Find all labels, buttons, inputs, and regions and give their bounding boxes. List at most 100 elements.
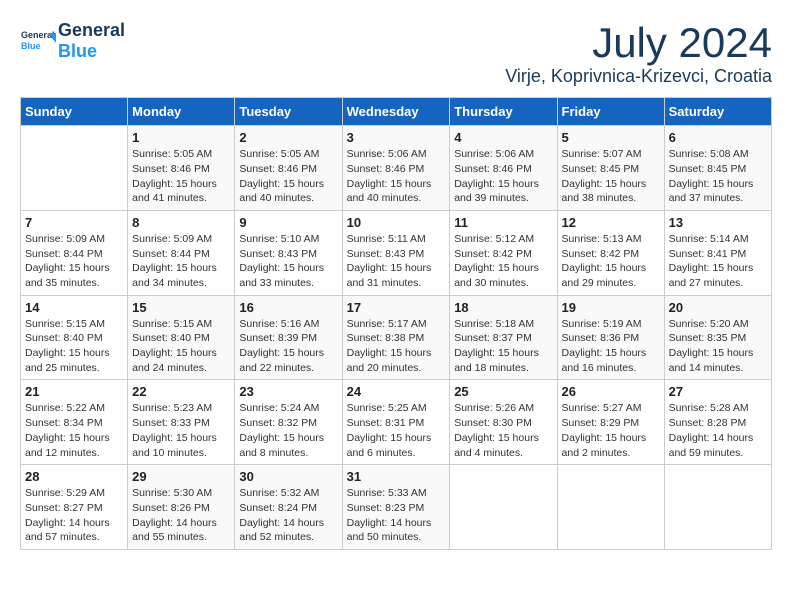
calendar-cell: 11 Sunrise: 5:12 AMSunset: 8:42 PMDayligh…	[450, 210, 557, 295]
calendar-cell: 12Sunrise: 5:13 AMSunset: 8:42 PMDayligh…	[557, 210, 664, 295]
calendar-cell	[557, 465, 664, 550]
calendar-cell: 4Sunrise: 5:06 AMSunset: 8:46 PMDaylight…	[450, 126, 557, 211]
calendar-cell	[21, 126, 128, 211]
cell-text: Sunrise: 5:33 AMSunset: 8:23 PMDaylight:…	[347, 487, 432, 543]
cell-text: Sunrise: 5:29 AMSunset: 8:27 PMDaylight:…	[25, 487, 110, 543]
cell-text: Sunrise: 5:18 AMSunset: 8:37 PMDaylight:…	[454, 318, 539, 374]
calendar-body: 1 Sunrise: 5:05 AMSunset: 8:46 PMDaylight…	[21, 126, 772, 550]
day-number: 6	[669, 130, 767, 145]
day-number: 10	[347, 215, 446, 230]
cell-text: Sunrise: 5:25 AMSunset: 8:31 PMDaylight:…	[347, 402, 432, 458]
day-number: 21	[25, 384, 123, 399]
cell-text: Sunrise: 5:26 AMSunset: 8:30 PMDaylight:…	[454, 402, 539, 458]
cell-text: Sunrise: 5:05 AMSunset: 8:46 PMDaylight:…	[239, 148, 324, 204]
day-number: 26	[562, 384, 660, 399]
day-number: 29	[132, 469, 230, 484]
day-number: 22	[132, 384, 230, 399]
cell-text: Sunrise: 5:06 AMSunset: 8:46 PMDaylight:…	[454, 148, 539, 204]
calendar-cell: 8 Sunrise: 5:09 AMSunset: 8:44 PMDaylight…	[128, 210, 235, 295]
calendar-cell	[664, 465, 771, 550]
cell-text: Sunrise: 5:09 AMSunset: 8:44 PMDaylight:…	[25, 233, 110, 289]
calendar-cell: 13 Sunrise: 5:14 AMSunset: 8:41 PMDayligh…	[664, 210, 771, 295]
calendar-cell: 18 Sunrise: 5:18 AMSunset: 8:37 PMDayligh…	[450, 295, 557, 380]
calendar-cell: 25Sunrise: 5:26 AMSunset: 8:30 PMDayligh…	[450, 380, 557, 465]
weekday-header-cell: Sunday	[21, 98, 128, 126]
calendar-week-row: 28 Sunrise: 5:29 AMSunset: 8:27 PMDayligh…	[21, 465, 772, 550]
day-number: 3	[347, 130, 446, 145]
cell-text: Sunrise: 5:32 AMSunset: 8:24 PMDaylight:…	[239, 487, 324, 543]
title-area: July 2024 Virje, Koprivnica-Krizevci, Cr…	[505, 20, 772, 87]
cell-text: Sunrise: 5:28 AMSunset: 8:28 PMDaylight:…	[669, 402, 754, 458]
svg-text:General: General	[21, 30, 55, 40]
logo-icon: General Blue	[20, 23, 56, 59]
cell-text: Sunrise: 5:11 AMSunset: 8:43 PMDaylight:…	[347, 233, 432, 289]
calendar-cell: 20Sunrise: 5:20 AMSunset: 8:35 PMDayligh…	[664, 295, 771, 380]
weekday-header-cell: Saturday	[664, 98, 771, 126]
calendar-cell	[450, 465, 557, 550]
calendar-cell: 21 Sunrise: 5:22 AMSunset: 8:34 PMDayligh…	[21, 380, 128, 465]
day-number: 1	[132, 130, 230, 145]
day-number: 17	[347, 300, 446, 315]
day-number: 31	[347, 469, 446, 484]
calendar-cell: 1 Sunrise: 5:05 AMSunset: 8:46 PMDaylight…	[128, 126, 235, 211]
day-number: 8	[132, 215, 230, 230]
calendar-week-row: 21 Sunrise: 5:22 AMSunset: 8:34 PMDayligh…	[21, 380, 772, 465]
calendar-cell: 7 Sunrise: 5:09 AMSunset: 8:44 PMDaylight…	[21, 210, 128, 295]
day-number: 24	[347, 384, 446, 399]
day-number: 13	[669, 215, 767, 230]
svg-text:Blue: Blue	[21, 41, 41, 51]
cell-text: Sunrise: 5:19 AMSunset: 8:36 PMDaylight:…	[562, 318, 647, 374]
calendar-cell: 3Sunrise: 5:06 AMSunset: 8:46 PMDaylight…	[342, 126, 450, 211]
calendar-cell: 14 Sunrise: 5:15 AMSunset: 8:40 PMDayligh…	[21, 295, 128, 380]
calendar-cell: 24 Sunrise: 5:25 AMSunset: 8:31 PMDayligh…	[342, 380, 450, 465]
location-title: Virje, Koprivnica-Krizevci, Croatia	[505, 66, 772, 87]
cell-text: Sunrise: 5:30 AMSunset: 8:26 PMDaylight:…	[132, 487, 217, 543]
calendar-cell: 5 Sunrise: 5:07 AMSunset: 8:45 PMDaylight…	[557, 126, 664, 211]
day-number: 30	[239, 469, 337, 484]
calendar-cell: 9 Sunrise: 5:10 AMSunset: 8:43 PMDaylight…	[235, 210, 342, 295]
cell-text: Sunrise: 5:05 AMSunset: 8:46 PMDaylight:…	[132, 148, 217, 204]
calendar-cell: 26 Sunrise: 5:27 AMSunset: 8:29 PMDayligh…	[557, 380, 664, 465]
cell-text: Sunrise: 5:14 AMSunset: 8:41 PMDaylight:…	[669, 233, 754, 289]
cell-text: Sunrise: 5:12 AMSunset: 8:42 PMDaylight:…	[454, 233, 539, 289]
calendar-cell: 29 Sunrise: 5:30 AMSunset: 8:26 PMDayligh…	[128, 465, 235, 550]
cell-text: Sunrise: 5:27 AMSunset: 8:29 PMDaylight:…	[562, 402, 647, 458]
cell-text: Sunrise: 5:13 AMSunset: 8:42 PMDaylight:…	[562, 233, 647, 289]
cell-text: Sunrise: 5:17 AMSunset: 8:38 PMDaylight:…	[347, 318, 432, 374]
weekday-header-cell: Tuesday	[235, 98, 342, 126]
cell-text: Sunrise: 5:07 AMSunset: 8:45 PMDaylight:…	[562, 148, 647, 204]
month-title: July 2024	[505, 20, 772, 66]
calendar-week-row: 14 Sunrise: 5:15 AMSunset: 8:40 PMDayligh…	[21, 295, 772, 380]
day-number: 5	[562, 130, 660, 145]
day-number: 11	[454, 215, 552, 230]
cell-text: Sunrise: 5:08 AMSunset: 8:45 PMDaylight:…	[669, 148, 754, 204]
cell-text: Sunrise: 5:16 AMSunset: 8:39 PMDaylight:…	[239, 318, 324, 374]
cell-text: Sunrise: 5:24 AMSunset: 8:32 PMDaylight:…	[239, 402, 324, 458]
cell-text: Sunrise: 5:15 AMSunset: 8:40 PMDaylight:…	[25, 318, 110, 374]
cell-text: Sunrise: 5:10 AMSunset: 8:43 PMDaylight:…	[239, 233, 324, 289]
weekday-header-cell: Monday	[128, 98, 235, 126]
calendar-cell: 16 Sunrise: 5:16 AMSunset: 8:39 PMDayligh…	[235, 295, 342, 380]
calendar-cell: 31 Sunrise: 5:33 AMSunset: 8:23 PMDayligh…	[342, 465, 450, 550]
day-number: 9	[239, 215, 337, 230]
day-number: 15	[132, 300, 230, 315]
cell-text: Sunrise: 5:09 AMSunset: 8:44 PMDaylight:…	[132, 233, 217, 289]
cell-text: Sunrise: 5:22 AMSunset: 8:34 PMDaylight:…	[25, 402, 110, 458]
weekday-header-row: SundayMondayTuesdayWednesdayThursdayFrid…	[21, 98, 772, 126]
calendar-cell: 28 Sunrise: 5:29 AMSunset: 8:27 PMDayligh…	[21, 465, 128, 550]
cell-text: Sunrise: 5:15 AMSunset: 8:40 PMDaylight:…	[132, 318, 217, 374]
calendar-cell: 10 Sunrise: 5:11 AMSunset: 8:43 PMDayligh…	[342, 210, 450, 295]
day-number: 19	[562, 300, 660, 315]
day-number: 18	[454, 300, 552, 315]
day-number: 7	[25, 215, 123, 230]
calendar-cell: 30 Sunrise: 5:32 AMSunset: 8:24 PMDayligh…	[235, 465, 342, 550]
calendar-cell: 15 Sunrise: 5:15 AMSunset: 8:40 PMDayligh…	[128, 295, 235, 380]
day-number: 14	[25, 300, 123, 315]
calendar-cell: 6 Sunrise: 5:08 AMSunset: 8:45 PMDaylight…	[664, 126, 771, 211]
day-number: 28	[25, 469, 123, 484]
logo-general: General	[58, 20, 125, 40]
day-number: 2	[239, 130, 337, 145]
logo: General Blue General Blue	[20, 20, 125, 62]
calendar-cell: 17 Sunrise: 5:17 AMSunset: 8:38 PMDayligh…	[342, 295, 450, 380]
day-number: 16	[239, 300, 337, 315]
